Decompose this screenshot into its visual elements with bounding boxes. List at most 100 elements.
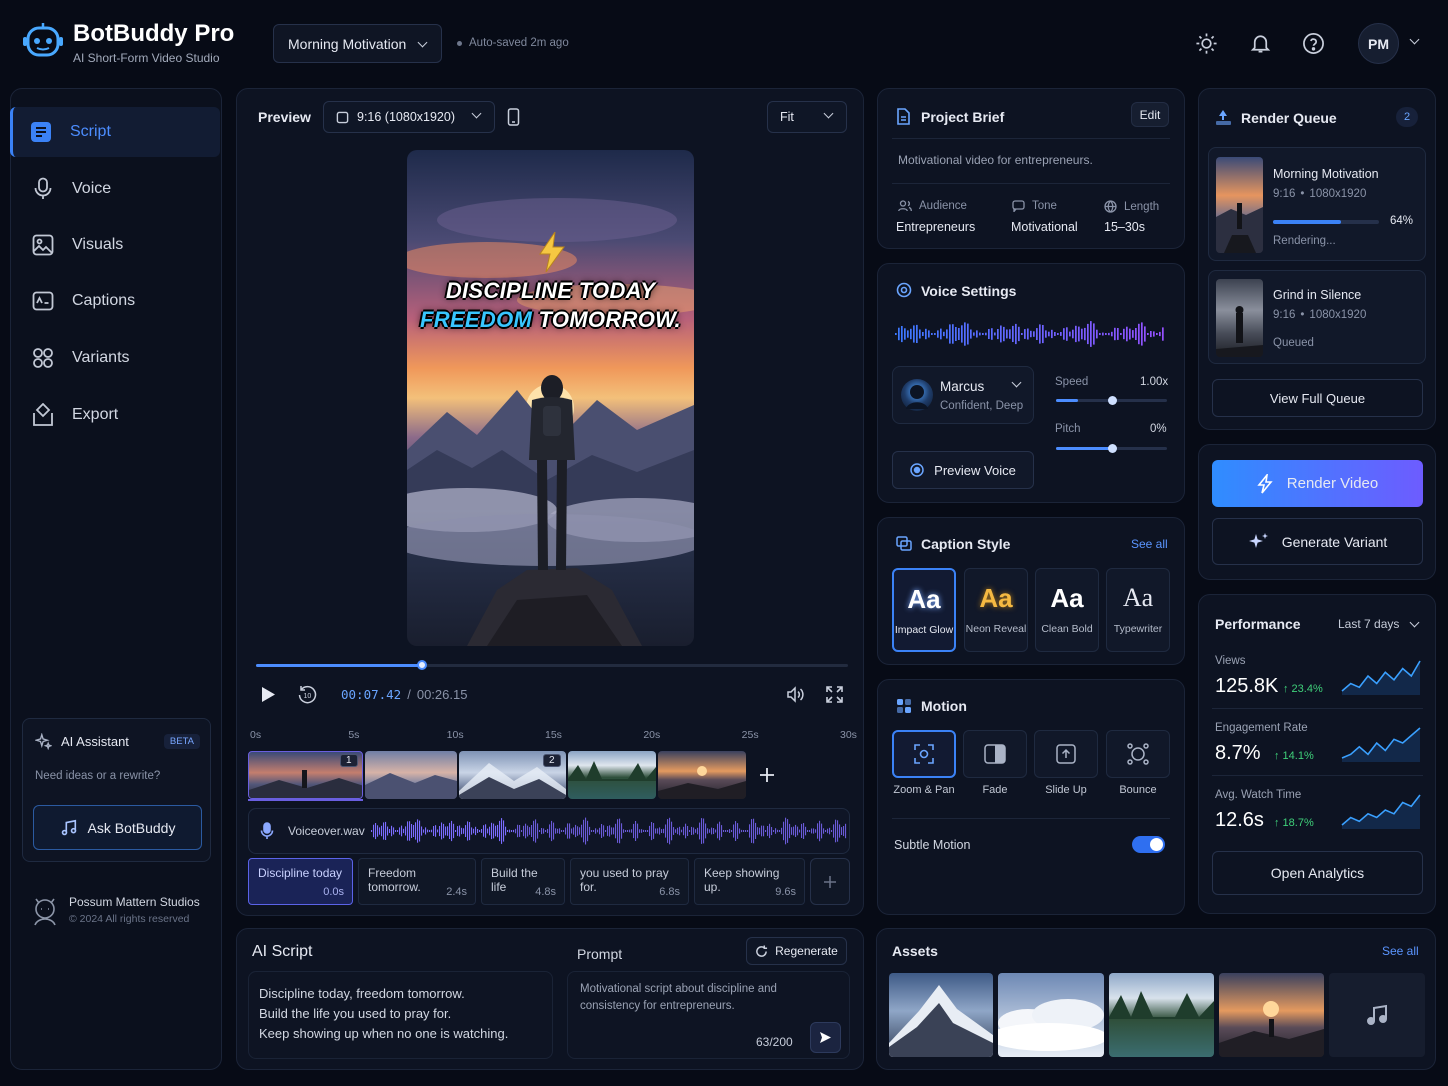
record-icon <box>910 463 924 477</box>
caption-style-impact-glow[interactable]: Aa Impact Glow <box>892 568 956 652</box>
sparkline-area <box>1342 728 1420 762</box>
queue-count-badge: 2 <box>1396 107 1418 127</box>
caption-style-clean-bold[interactable]: Aa Clean Bold <box>1035 568 1099 652</box>
asset-audio-tile[interactable] <box>1329 973 1425 1057</box>
waveform-bar <box>1054 332 1056 336</box>
waveform-bar <box>1060 332 1062 336</box>
pitch-slider-handle[interactable] <box>1107 444 1117 453</box>
script-segment[interactable]: Keep showing up. 9.6s <box>694 858 805 905</box>
caption-style-neon-reveal[interactable]: Aa Neon Reveal <box>964 568 1028 652</box>
sidebar-item-export[interactable]: Export <box>12 390 222 440</box>
waveform-bar <box>901 326 903 343</box>
clip-thumbnail[interactable] <box>658 751 746 799</box>
sidebar-item-captions[interactable]: Captions <box>12 276 222 326</box>
script-segment[interactable]: Discipline today 0.0s <box>248 858 353 905</box>
clip-thumbnail[interactable] <box>365 751 457 799</box>
segment-time: 0.0s <box>323 886 344 898</box>
sidebar-item-voice[interactable]: Voice <box>12 164 222 214</box>
scrubber-track[interactable] <box>256 664 848 667</box>
waveform-bar <box>775 828 777 834</box>
volume-icon[interactable] <box>786 686 804 703</box>
asset-thumbnail[interactable] <box>1109 973 1214 1057</box>
waveform-bar <box>513 829 515 833</box>
render-video-button[interactable]: Render Video <box>1212 460 1423 507</box>
chevron-down-icon[interactable] <box>1409 34 1420 45</box>
assets-see-all-link[interactable]: See all <box>1382 944 1419 958</box>
company-logo-icon <box>31 897 59 927</box>
send-prompt-button[interactable] <box>810 1022 841 1053</box>
play-icon[interactable] <box>260 686 276 703</box>
speed-slider[interactable] <box>1056 396 1167 405</box>
help-icon[interactable] <box>1302 32 1325 55</box>
waveform-bar <box>669 817 671 845</box>
waveform-bar <box>433 826 435 836</box>
sidebar-item-visuals[interactable]: Visuals <box>12 220 222 270</box>
waveform-bar <box>469 822 471 841</box>
project-selector[interactable]: Morning Motivation <box>273 24 442 63</box>
prompt-input[interactable]: Motivational script about discipline and… <box>567 971 850 1059</box>
ask-botbuddy-button[interactable]: Ask BotBuddy <box>33 805 202 850</box>
rewind-10-icon[interactable]: 10 <box>297 684 317 704</box>
motion-fade[interactable] <box>963 730 1027 778</box>
bell-icon[interactable] <box>1249 31 1272 55</box>
waveform-bar <box>1135 328 1137 340</box>
sidebar-item-label: Export <box>72 406 119 423</box>
scrubber-handle[interactable] <box>416 660 427 670</box>
phone-icon[interactable] <box>507 108 520 126</box>
add-clip-button[interactable] <box>749 756 785 794</box>
script-line: Keep showing up when no one is watching. <box>259 1026 509 1041</box>
waveform-bar <box>533 820 535 842</box>
generate-variant-button[interactable]: Generate Variant <box>1212 518 1423 565</box>
waveform-bar <box>397 830 399 832</box>
waveform-bar <box>589 826 591 836</box>
speed-slider-handle[interactable] <box>1107 396 1117 405</box>
voiceover-track[interactable]: Voiceover.wav <box>248 808 850 854</box>
voiceover-filename: Voiceover.wav <box>288 824 365 838</box>
clip-thumbnail[interactable] <box>568 751 656 799</box>
fullscreen-icon[interactable] <box>826 686 843 703</box>
voice-selector[interactable]: Marcus Confident, Deep <box>892 366 1034 424</box>
performance-range-select[interactable]: Last 7 days <box>1338 617 1420 631</box>
queue-item[interactable]: Morning Motivation 9:16 • 1080x1920 64% … <box>1208 147 1426 261</box>
sidebar-item-script[interactable]: Script <box>10 107 220 157</box>
waveform-bar <box>523 825 525 837</box>
pitch-slider[interactable] <box>1056 444 1167 453</box>
preview-voice-button[interactable]: Preview Voice <box>892 451 1034 489</box>
asset-thumbnail[interactable] <box>1219 973 1324 1057</box>
script-segment[interactable]: you used to pray for. 6.8s <box>570 858 689 905</box>
caption-see-all-link[interactable]: See all <box>1131 537 1168 551</box>
video-preview[interactable]: DISCIPLINE TODAY FREEDOM TOMORROW. <box>407 150 694 646</box>
waveform-bar <box>1126 326 1128 342</box>
time-display: 00:07.42 / 00:26.15 <box>341 687 467 702</box>
waveform-bar <box>1051 329 1053 339</box>
motion-zoom-pan[interactable] <box>892 730 956 778</box>
motion-bounce[interactable] <box>1106 730 1170 778</box>
timeline-clips[interactable]: 1 2 <box>248 751 746 801</box>
aspect-ratio-select[interactable]: 9:16 (1080x1920) <box>323 101 495 133</box>
view-full-queue-button[interactable]: View Full Queue <box>1212 379 1423 417</box>
queue-item[interactable]: Grind in Silence 9:16 • 1080x1920 Queued <box>1208 270 1426 364</box>
metric-label: Engagement Rate <box>1215 722 1308 734</box>
asset-thumbnail[interactable] <box>889 973 993 1057</box>
caption-style-typewriter[interactable]: Aa Typewriter <box>1106 568 1170 652</box>
motion-slide-up[interactable] <box>1034 730 1098 778</box>
script-segment[interactable]: Freedom tomorrow. 2.4s <box>358 858 476 905</box>
sun-icon[interactable] <box>1195 32 1218 55</box>
fit-select[interactable]: Fit <box>767 101 847 133</box>
user-avatar[interactable]: PM <box>1358 23 1399 64</box>
waveform-bar <box>952 324 954 344</box>
waveform-bar <box>994 332 996 336</box>
sidebar-item-variants[interactable]: Variants <box>12 333 222 383</box>
view-full-queue-label: View Full Queue <box>1269 390 1366 406</box>
open-analytics-button[interactable]: Open Analytics <box>1212 851 1423 895</box>
regenerate-button[interactable]: Regenerate <box>746 937 847 965</box>
add-segment-button[interactable] <box>810 858 850 905</box>
waveform-bar <box>645 830 647 832</box>
asset-thumbnail[interactable] <box>998 973 1104 1057</box>
script-segment[interactable]: Build the life 4.8s <box>481 858 565 905</box>
sidebar-item-label: Script <box>70 123 111 140</box>
edit-brief-button[interactable]: Edit <box>1131 102 1169 127</box>
subtle-motion-toggle[interactable] <box>1132 836 1165 853</box>
script-editor[interactable]: Discipline today, freedom tomorrow. Buil… <box>248 971 553 1059</box>
caption-style-icon <box>896 536 912 551</box>
